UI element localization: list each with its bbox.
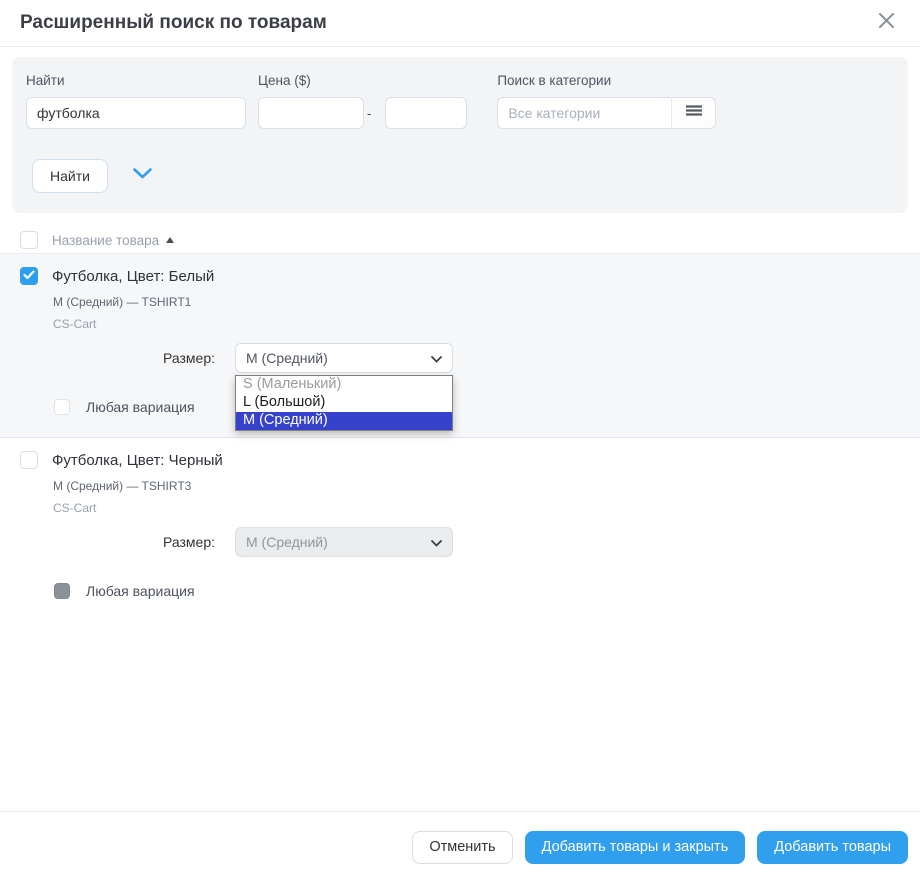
category-list-icon: [685, 104, 703, 122]
product-company: CS-Cart: [53, 501, 920, 515]
product-variant: M (Средний) — TSHIRT3: [53, 479, 920, 493]
size-select-dropdown: S (Маленький) L (Большой) M (Средний): [235, 375, 453, 431]
size-select-disabled: M (Средний): [235, 527, 453, 557]
table-header: Название товара: [0, 227, 920, 254]
chevron-down-icon: [431, 350, 442, 366]
size-select[interactable]: M (Средний) S (Маленький) L (Большой) M …: [235, 343, 453, 373]
table-row: Футболка, Цвет: Белый M (Средний) — TSHI…: [0, 254, 920, 438]
product-company: CS-Cart: [53, 317, 920, 331]
select-all-checkbox[interactable]: [20, 231, 38, 249]
category-label: Поиск в категории: [497, 73, 716, 88]
find-field: Найти: [26, 73, 246, 129]
search-filter-panel: Найти Цена ($) - Поиск в категории: [12, 57, 908, 213]
price-field: Цена ($) -: [258, 73, 467, 129]
modal-header: Расширенный поиск по товарам: [0, 0, 920, 47]
any-variation-label: Любая вариация: [86, 399, 195, 415]
size-option[interactable]: L (Большой): [236, 394, 452, 412]
checkmark-icon: [23, 267, 35, 285]
chevron-down-icon: [431, 534, 442, 550]
product-title[interactable]: Футболка, Цвет: Белый: [52, 268, 214, 285]
sort-ascending-icon[interactable]: [166, 237, 174, 243]
any-variation-checkbox[interactable]: [54, 399, 70, 415]
price-label: Цена ($): [258, 73, 467, 88]
page-title: Расширенный поиск по товарам: [20, 12, 327, 34]
size-label: Размер:: [0, 350, 215, 366]
find-label: Найти: [26, 73, 246, 88]
category-picker-button[interactable]: [671, 97, 716, 129]
size-select-value: M (Средний): [246, 534, 328, 550]
size-option-selected[interactable]: M (Средний): [236, 412, 452, 430]
size-label: Размер:: [0, 534, 215, 550]
size-select-value: M (Средний): [246, 350, 328, 366]
price-separator: -: [367, 106, 371, 121]
row-checkbox-checked[interactable]: [20, 267, 38, 285]
table-row: Футболка, Цвет: Черный M (Средний) — TSH…: [0, 438, 920, 621]
search-input[interactable]: [26, 97, 246, 129]
price-to-input[interactable]: [385, 97, 467, 129]
add-products-button[interactable]: Добавить товары: [757, 831, 908, 864]
advanced-search-toggle[interactable]: [132, 167, 153, 185]
name-column-header[interactable]: Название товара: [52, 233, 159, 248]
search-button[interactable]: Найти: [32, 159, 108, 193]
close-icon: [878, 12, 895, 34]
size-option-disabled: S (Маленький): [236, 376, 452, 394]
modal-footer: Отменить Добавить товары и закрыть Добав…: [0, 811, 920, 882]
product-variant: M (Средний) — TSHIRT1: [53, 295, 920, 309]
product-title[interactable]: Футболка, Цвет: Черный: [52, 452, 223, 469]
add-products-and-close-button[interactable]: Добавить товары и закрыть: [525, 831, 746, 864]
category-field: Поиск в категории: [497, 73, 716, 129]
any-variation-checkbox-disabled: [54, 583, 70, 599]
row-checkbox[interactable]: [20, 451, 38, 469]
cancel-button[interactable]: Отменить: [412, 831, 512, 864]
close-button[interactable]: [872, 9, 900, 37]
category-search-input[interactable]: [497, 97, 672, 129]
chevron-down-icon: [132, 167, 153, 185]
any-variation-label: Любая вариация: [86, 583, 195, 599]
price-from-input[interactable]: [258, 97, 364, 129]
